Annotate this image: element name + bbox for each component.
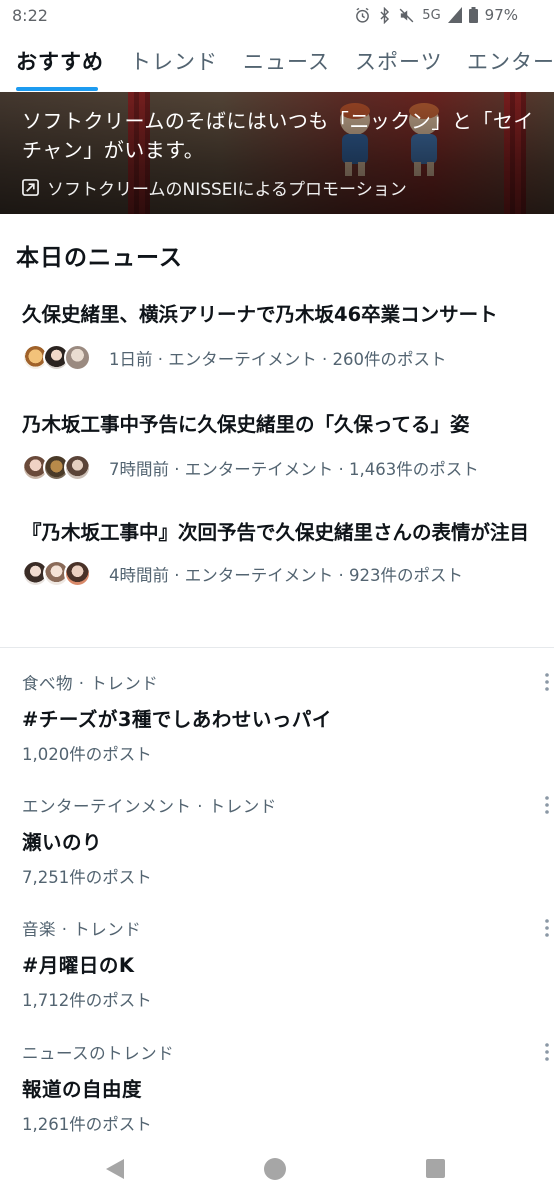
tab-trending[interactable]: トレンド <box>130 46 218 76</box>
news-meta: 1日前 · エンターテイメント · 260件のポスト <box>22 344 542 371</box>
news-headline: 『乃木坂工事中』次回予告で久保史緒里さんの表情が注目 <box>22 521 530 544</box>
bluetooth-icon <box>380 6 390 24</box>
trend-category: 音楽 · トレンド <box>22 920 142 939</box>
status-icons: 5G 97% <box>354 6 518 24</box>
trend-post-count: 1,020件のポスト <box>22 745 152 764</box>
more-icon[interactable] <box>544 795 550 815</box>
trend-category: 食べ物 · トレンド <box>22 674 159 693</box>
mute-icon <box>399 8 414 22</box>
trend-post-count: 1,712件のポスト <box>22 991 152 1010</box>
promo-sponsor[interactable]: ソフトクリームのNISSEIによるプロモーション <box>22 175 407 200</box>
battery-icon <box>468 7 478 23</box>
trend-category: ニュースのトレンド <box>22 1044 175 1063</box>
news-headline: 久保史緒里、横浜アリーナで乃木坂46卒業コンサート <box>22 303 498 326</box>
avatar <box>64 560 91 587</box>
alarm-icon <box>356 7 370 23</box>
trend-item[interactable]: 音楽 · トレンド #月曜日のK 1,712件のポスト <box>22 916 549 1011</box>
news-item[interactable]: 『乃木坂工事中』次回予告で久保史緒里さんの表情が注目 4時間前 · エンターテイ… <box>22 518 542 587</box>
news-meta-text: 7時間前 · エンターテイメント · 1,463件のポスト <box>109 459 479 479</box>
news-meta-text: 4時間前 · エンターテイメント · 923件のポスト <box>109 565 463 585</box>
network-type: 5G <box>422 7 441 23</box>
promo-sponsor-label: ソフトクリームのNISSEIによるプロモーション <box>47 180 407 200</box>
avatar-group <box>22 560 91 587</box>
news-headline: 乃木坂工事中予告に久保史緒里の「久保ってる」姿 <box>22 413 470 436</box>
system-nav-bar <box>0 1140 554 1200</box>
trend-item[interactable]: ニュースのトレンド 報道の自由度 1,261件のポスト <box>22 1040 549 1135</box>
trend-item[interactable]: 食べ物 · トレンド #チーズが3種でしあわせいっパイ 1,020件のポスト <box>22 670 549 765</box>
battery-percent: 97% <box>484 6 518 24</box>
avatar <box>64 344 91 371</box>
avatar <box>64 454 91 481</box>
section-title-today-news: 本日のニュース <box>16 245 183 271</box>
trend-post-count: 1,261件のポスト <box>22 1115 152 1134</box>
trend-category: エンターテインメント · トレンド <box>22 797 277 816</box>
news-item[interactable]: 乃木坂工事中予告に久保史緒里の「久保ってる」姿 7時間前 · エンターテイメント… <box>22 410 542 481</box>
news-meta-text: 1日前 · エンターテイメント · 260件のポスト <box>109 349 447 369</box>
section-divider <box>0 647 554 648</box>
news-meta: 7時間前 · エンターテイメント · 1,463件のポスト <box>22 454 542 481</box>
tab-recommended[interactable]: おすすめ <box>16 46 104 76</box>
trend-name: 瀬いのり <box>22 831 103 854</box>
promoted-icon <box>22 179 39 196</box>
home-icon[interactable] <box>264 1158 286 1180</box>
active-tab-indicator <box>16 87 98 91</box>
more-icon[interactable] <box>544 1042 550 1062</box>
trend-post-count: 7,251件のポスト <box>22 868 152 887</box>
trend-name: 報道の自由度 <box>22 1078 143 1101</box>
trend-name: #チーズが3種でしあわせいっパイ <box>22 708 332 731</box>
tab-entertainment[interactable]: エンターテ <box>467 46 554 76</box>
back-icon[interactable] <box>104 1158 126 1180</box>
tab-sports[interactable]: スポーツ <box>355 46 443 76</box>
promo-text: ソフトクリームのそばにはいつも「ニックン」と「セイチャン」がいます。 <box>22 109 534 162</box>
tab-news[interactable]: ニュース <box>243 46 330 76</box>
news-meta: 4時間前 · エンターテイメント · 923件のポスト <box>22 560 542 587</box>
news-item[interactable]: 久保史緒里、横浜アリーナで乃木坂46卒業コンサート 1日前 · エンターテイメン… <box>22 300 542 371</box>
status-time: 8:22 <box>12 6 48 25</box>
signal-icon <box>447 7 462 23</box>
trend-name: #月曜日のK <box>22 954 135 977</box>
more-icon[interactable] <box>544 918 550 938</box>
explore-tabs: おすすめ トレンド ニュース スポーツ エンターテ <box>0 32 554 92</box>
trend-item[interactable]: エンターテインメント · トレンド 瀬いのり 7,251件のポスト <box>22 793 549 888</box>
status-bar: 8:22 5G 97% <box>0 0 554 32</box>
promoted-banner[interactable]: ソフトクリームのそばにはいつも「ニックン」と「セイチャン」がいます。 ソフトクリ… <box>0 92 554 214</box>
avatar-group <box>22 454 91 481</box>
avatar-group <box>22 344 91 371</box>
recents-icon[interactable] <box>426 1159 445 1178</box>
more-icon[interactable] <box>544 672 550 692</box>
